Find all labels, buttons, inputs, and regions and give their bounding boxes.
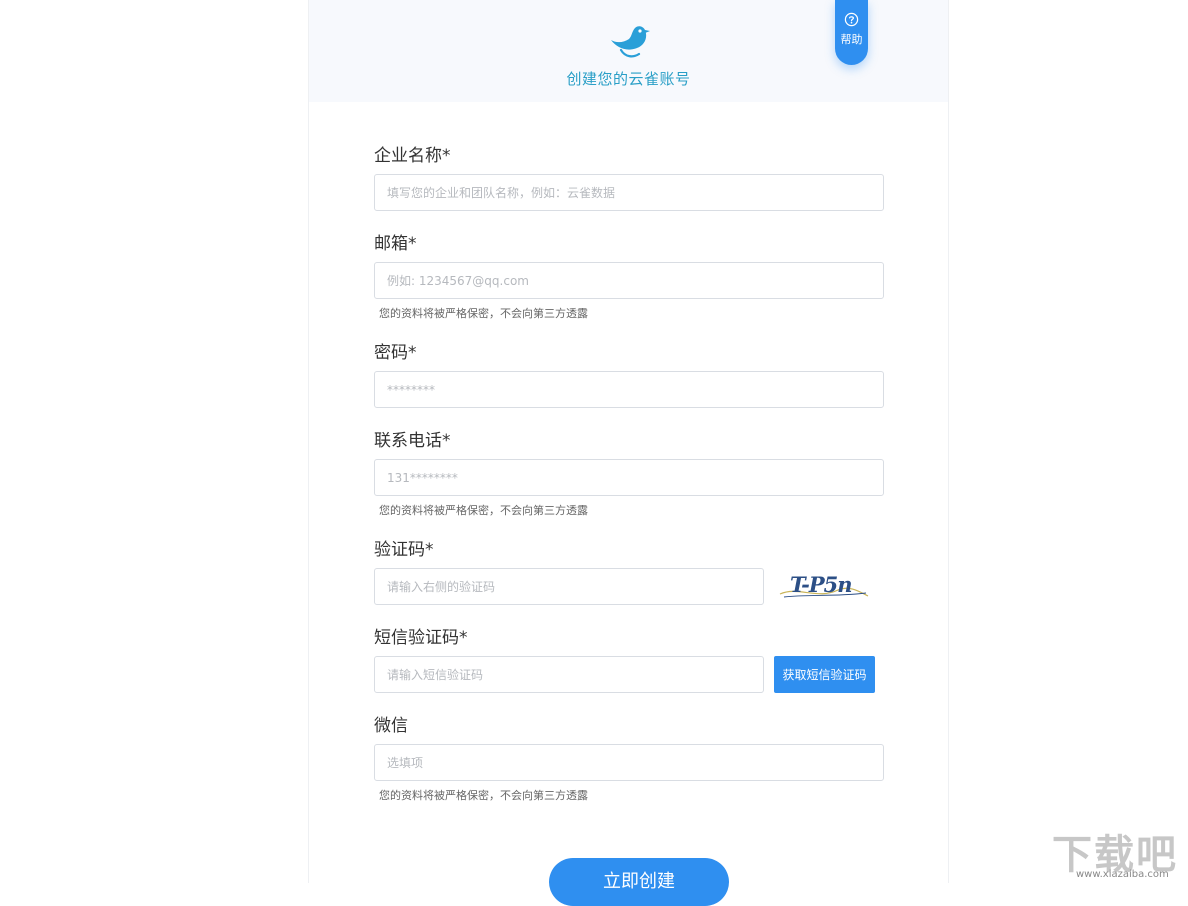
wechat-privacy-hint: 您的资料将被严格保密，不会向第三方透露 xyxy=(379,789,588,802)
sms-code-label: 短信验证码* xyxy=(374,628,468,648)
company-label: 企业名称* xyxy=(374,146,451,166)
captcha-label: 验证码* xyxy=(374,540,434,560)
create-account-button[interactable]: 立即创建 xyxy=(549,858,729,906)
password-label: 密码* xyxy=(374,343,417,363)
phone-privacy-hint: 您的资料将被严格保密，不会向第三方透露 xyxy=(379,504,588,517)
watermark-site: www.xiazaiba.com xyxy=(1076,869,1169,880)
phone-label: 联系电话* xyxy=(374,431,451,451)
email-label: 邮箱* xyxy=(374,234,417,254)
bird-logo-icon xyxy=(611,26,650,58)
captcha-input[interactable] xyxy=(374,568,764,605)
email-privacy-hint: 您的资料将被严格保密，不会向第三方透露 xyxy=(379,307,588,320)
help-label: 帮助 xyxy=(840,33,863,46)
wechat-label: 微信 xyxy=(374,716,408,736)
email-input[interactable] xyxy=(374,262,884,299)
company-input[interactable] xyxy=(374,174,884,211)
sms-code-input[interactable] xyxy=(374,656,764,693)
card-header: 创建您的云雀账号 帮助 xyxy=(309,0,948,102)
password-input[interactable] xyxy=(374,371,884,408)
question-circle-icon xyxy=(844,12,859,27)
phone-input[interactable] xyxy=(374,459,884,496)
brand-title: 创建您的云雀账号 xyxy=(566,70,691,88)
help-button[interactable]: 帮助 xyxy=(835,0,868,65)
get-sms-code-button[interactable]: 获取短信验证码 xyxy=(774,656,875,693)
captcha-image[interactable]: T-P5n xyxy=(778,570,870,604)
wechat-input[interactable] xyxy=(374,744,884,781)
captcha-text: T-P5n xyxy=(790,572,852,597)
